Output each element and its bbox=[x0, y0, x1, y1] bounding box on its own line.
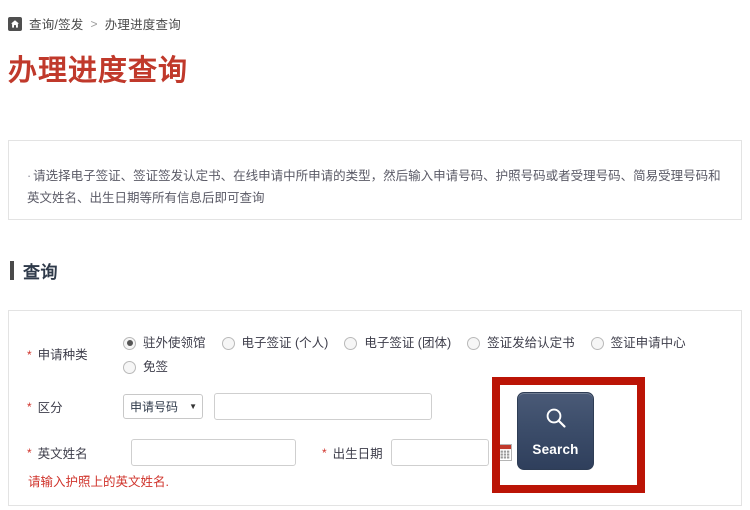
birth-date-input[interactable] bbox=[390, 439, 489, 466]
radio-option-5[interactable]: 免签 bbox=[123, 355, 168, 379]
search-button-label: Search bbox=[532, 441, 579, 457]
required-asterisk: * bbox=[322, 445, 327, 460]
sort-label-cell: * 区分 bbox=[27, 397, 123, 416]
calendar-icon[interactable] bbox=[494, 444, 512, 461]
application-type-label: 申请种类 bbox=[37, 348, 88, 362]
application-type-row: * 申请种类 驻外使领馆 电子签证 (个人) 电子签证 (团体) 签证发给认定书 bbox=[27, 331, 727, 379]
required-asterisk: * bbox=[27, 445, 32, 460]
breadcrumb-item-1[interactable]: 办理进度查询 bbox=[105, 14, 181, 33]
page-title: 办理进度查询 bbox=[8, 55, 189, 87]
application-number-input[interactable] bbox=[214, 393, 432, 420]
radio-label-5: 免签 bbox=[143, 360, 169, 374]
english-name-label: 英文姓名 bbox=[37, 447, 88, 461]
radio-option-2[interactable]: 电子签证 (团体) bbox=[344, 331, 451, 355]
radio-option-4[interactable]: 签证申请中心 bbox=[590, 331, 686, 355]
sort-select[interactable]: 申请号码 ▼ bbox=[123, 394, 203, 419]
search-form: * 申请种类 驻外使领馆 电子签证 (个人) 电子签证 (团体) 签证发给认定书 bbox=[8, 310, 742, 506]
required-asterisk: * bbox=[27, 348, 32, 362]
radio-icon-4[interactable] bbox=[590, 336, 604, 350]
section-accent-bar bbox=[10, 261, 14, 280]
breadcrumb-separator: > bbox=[90, 16, 98, 31]
name-birth-row: * 英文姓名 * 出生日期 bbox=[27, 439, 512, 466]
radio-label-1: 电子签证 (个人) bbox=[241, 336, 329, 350]
notice-bullet: · bbox=[27, 169, 32, 183]
radio-icon-2[interactable] bbox=[344, 336, 358, 350]
sort-label: 区分 bbox=[37, 401, 63, 415]
birth-date-label: 出生日期 bbox=[332, 447, 383, 461]
birth-date-group: * 出生日期 bbox=[322, 439, 512, 466]
search-button[interactable]: Search bbox=[517, 392, 594, 470]
radio-icon-5[interactable] bbox=[123, 360, 136, 374]
radio-icon-1[interactable] bbox=[221, 336, 235, 350]
radio-option-1[interactable]: 电子签证 (个人) bbox=[221, 331, 329, 355]
english-name-input[interactable] bbox=[131, 439, 296, 466]
sort-row: * 区分 申请号码 ▼ bbox=[27, 393, 432, 420]
application-type-options: 驻外使领馆 电子签证 (个人) 电子签证 (团体) 签证发给认定书 签证申请中心… bbox=[123, 331, 727, 379]
english-name-label-cell: * 英文姓名 bbox=[27, 443, 123, 462]
magnifier-icon bbox=[543, 406, 569, 437]
section-title: 查询 bbox=[23, 263, 58, 282]
breadcrumb: 查询/签发 > 办理进度查询 bbox=[8, 14, 181, 33]
sort-select-value: 申请号码 bbox=[130, 400, 179, 414]
radio-label-3: 签证发给认定书 bbox=[487, 336, 575, 350]
radio-option-3[interactable]: 签证发给认定书 bbox=[467, 331, 575, 355]
breadcrumb-item-0[interactable]: 查询/签发 bbox=[29, 14, 83, 33]
radio-label-0: 驻外使领馆 bbox=[143, 336, 206, 350]
notice-box: · 请选择电子签证、签证签发认定书、在线申请中所申请的类型，然后输入申请号码、护照… bbox=[8, 140, 742, 220]
home-icon[interactable] bbox=[8, 16, 22, 31]
required-asterisk: * bbox=[27, 399, 32, 414]
notice-text: 请选择电子签证、签证签发认定书、在线申请中所申请的类型，然后输入申请号码、护照号… bbox=[27, 169, 721, 205]
radio-label-4: 签证申请中心 bbox=[610, 336, 686, 350]
radio-option-0[interactable]: 驻外使领馆 bbox=[123, 331, 206, 355]
notice-text-row: · 请选择电子签证、签证签发认定书、在线申请中所申请的类型，然后输入申请号码、护照… bbox=[27, 165, 733, 209]
application-type-label-cell: * 申请种类 bbox=[27, 343, 123, 367]
chevron-down-icon: ▼ bbox=[189, 402, 197, 411]
radio-icon-3[interactable] bbox=[467, 336, 481, 350]
section-heading: 查询 bbox=[10, 258, 58, 283]
english-name-helper-text: 请输入护照上的英文姓名. bbox=[28, 475, 169, 489]
radio-label-2: 电子签证 (团体) bbox=[364, 336, 452, 350]
radio-icon-0[interactable] bbox=[123, 336, 136, 350]
